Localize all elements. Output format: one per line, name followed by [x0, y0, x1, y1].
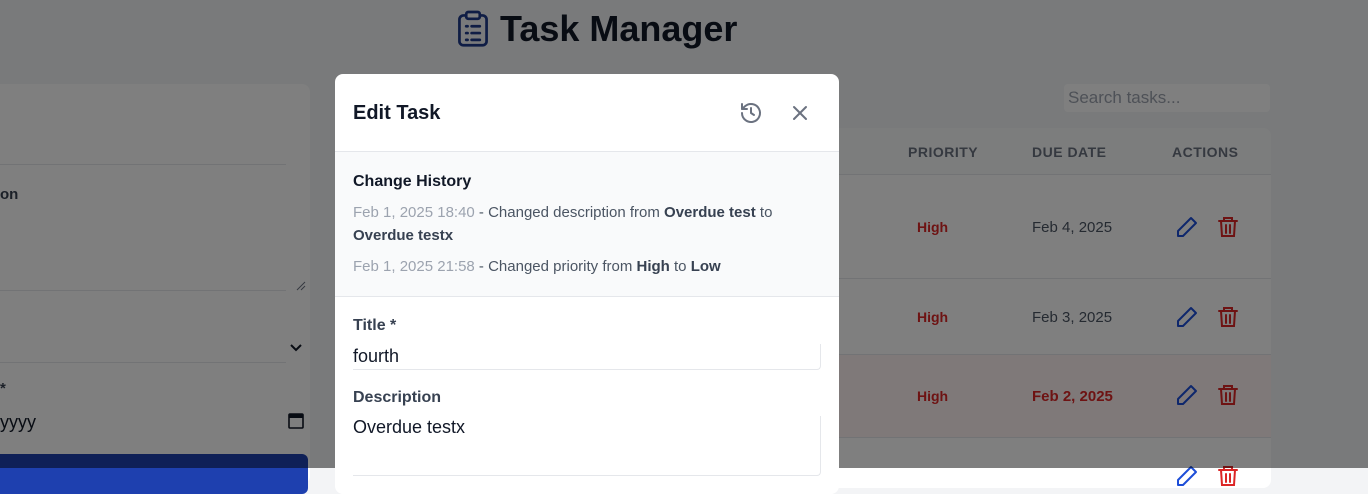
- change-history-panel: Change History Feb 1, 2025 18:40 - Chang…: [335, 152, 839, 297]
- history-entry: Feb 1, 2025 21:58 - Changed priority fro…: [353, 255, 803, 278]
- history-to-value: Overdue testx: [353, 227, 454, 244]
- edit-task-modal: Edit Task Change History Feb 1, 2025 18:…: [335, 74, 839, 494]
- history-from-value: High: [636, 258, 670, 275]
- close-button[interactable]: [787, 100, 813, 126]
- description-textarea[interactable]: Overdue testx: [353, 416, 821, 476]
- history-to-value: Low: [690, 258, 721, 275]
- modal-title: Edit Task: [353, 102, 441, 124]
- history-text: - Changed priority from: [474, 258, 637, 275]
- history-from-value: Overdue test: [664, 204, 756, 221]
- history-entry: Feb 1, 2025 18:40 - Changed description …: [353, 201, 803, 247]
- history-timestamp: Feb 1, 2025 18:40: [353, 204, 475, 221]
- history-text: to: [669, 258, 691, 275]
- history-icon: [741, 103, 761, 123]
- change-history-title: Change History: [353, 173, 472, 190]
- title-input[interactable]: [353, 344, 821, 370]
- history-timestamp: Feb 1, 2025 21:58: [353, 258, 475, 275]
- description-label: Description: [353, 389, 442, 406]
- history-text: to: [755, 204, 773, 221]
- history-text: - Changed description from: [474, 204, 665, 221]
- title-label: Title *: [353, 317, 397, 334]
- history-button[interactable]: [738, 100, 764, 126]
- modal-header: Edit Task: [335, 74, 839, 152]
- close-icon: [793, 106, 807, 120]
